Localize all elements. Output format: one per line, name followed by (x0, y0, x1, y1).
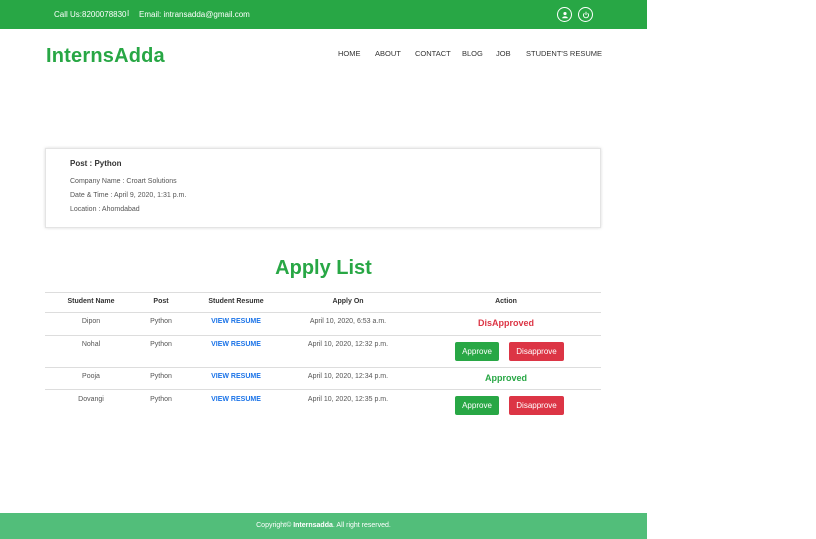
table-divider (45, 312, 601, 313)
nav-blog[interactable]: BLOG (462, 49, 483, 58)
cell-student-name: Dipon (81, 318, 101, 325)
post-datetime: Date & Time : April 9, 2020, 1:31 p.m. (70, 192, 187, 199)
nav-students-resume[interactable]: STUDENT'S RESUME (526, 49, 602, 58)
footer-copyright: Copyright© (256, 522, 292, 529)
header-student-resume: Student Resume (208, 298, 264, 305)
post-company: Company Name : Croart Solutions (70, 178, 177, 185)
cell-post: Python (150, 373, 172, 380)
power-icon[interactable] (578, 7, 593, 22)
contact-phone: Call Us:8200078830 (54, 10, 127, 19)
nav-home[interactable]: HOME (338, 49, 361, 58)
cell-apply-on: April 10, 2020, 6:53 a.m. (309, 318, 387, 325)
view-resume-link[interactable]: VIEW RESUME (211, 318, 261, 325)
nav-job[interactable]: JOB (496, 49, 511, 58)
top-bar: Call Us:8200078830 I Email: intransadda@… (0, 0, 647, 29)
cell-apply-on: April 10, 2020, 12:32 p.m. (307, 341, 389, 348)
user-icon[interactable] (557, 7, 572, 22)
status-disapproved: DisApproved (477, 318, 535, 328)
page-frame: Call Us:8200078830 I Email: intransadda@… (0, 0, 647, 539)
cell-post: Python (150, 318, 172, 325)
cell-student-name: Nohal (81, 341, 101, 348)
footer-rights: . All right reserved. (332, 522, 391, 529)
table-divider (45, 292, 601, 293)
cell-student-name: Dovangi (78, 396, 104, 403)
footer: Copyright© Internsadda. All right reserv… (0, 513, 647, 539)
post-card: Post : Python Company Name : Croart Solu… (45, 148, 601, 228)
apply-list-title: Apply List (275, 257, 372, 279)
status-approved: Approved (484, 373, 528, 383)
nav-contact[interactable]: CONTACT (415, 49, 451, 58)
post-location: Location : Ahomdabad (70, 206, 140, 213)
cell-post: Python (150, 396, 172, 403)
view-resume-link[interactable]: VIEW RESUME (211, 341, 261, 348)
disapprove-button[interactable]: Disapprove (509, 396, 564, 415)
header-post: Post (153, 298, 169, 305)
brand-logo[interactable]: InternsAdda (46, 45, 165, 68)
table-divider (45, 389, 601, 390)
contact-email: Email: intransadda@gmail.com (139, 10, 250, 19)
cell-post: Python (150, 341, 172, 348)
nav-about[interactable]: ABOUT (375, 49, 401, 58)
approve-button[interactable]: Approve (455, 396, 499, 415)
cell-student-name: Pooja (82, 373, 100, 380)
header-action: Action (495, 298, 517, 305)
disapprove-button[interactable]: Disapprove (509, 342, 564, 361)
post-title: Post : Python (70, 159, 122, 168)
cell-apply-on: April 10, 2020, 12:34 p.m. (307, 373, 389, 380)
header-apply-on: Apply On (332, 298, 364, 305)
header-student-name: Student Name (67, 298, 115, 305)
table-divider (45, 367, 601, 368)
topbar-separator: I (127, 9, 130, 18)
cell-apply-on: April 10, 2020, 12:35 p.m. (307, 396, 389, 403)
view-resume-link[interactable]: VIEW RESUME (211, 373, 261, 380)
approve-button[interactable]: Approve (455, 342, 499, 361)
view-resume-link[interactable]: VIEW RESUME (211, 396, 261, 403)
table-divider (45, 335, 601, 336)
footer-brand: Internsadda (293, 522, 333, 529)
